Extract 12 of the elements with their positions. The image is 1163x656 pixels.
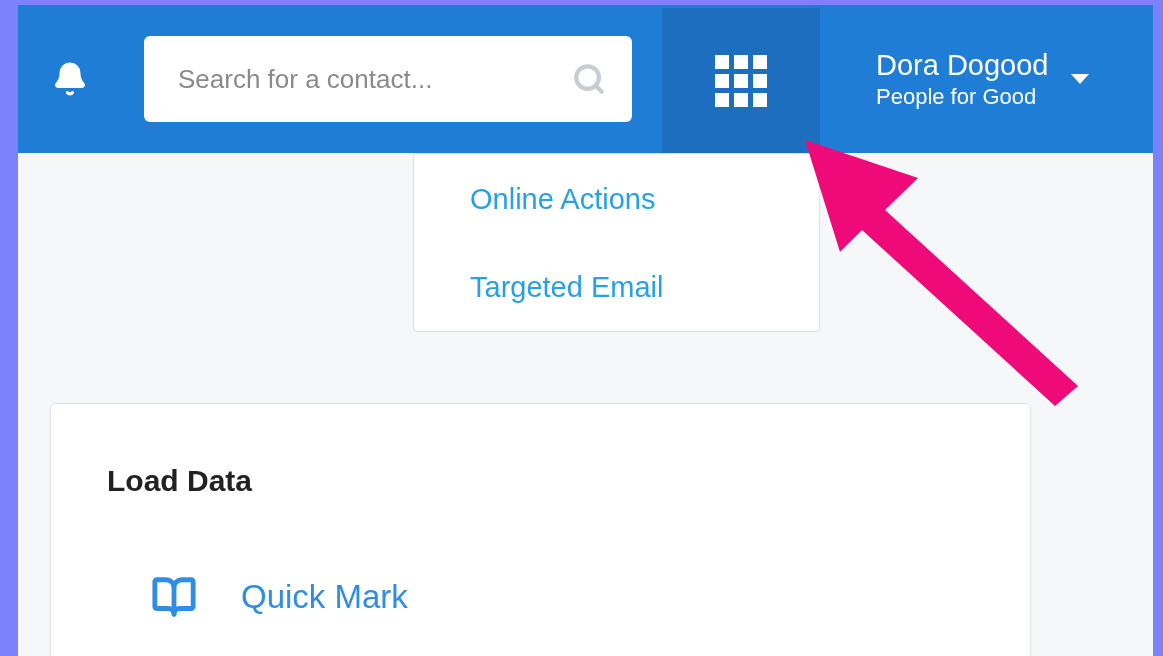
menu-item[interactable]: Online Actions bbox=[470, 180, 656, 218]
grid-icon bbox=[715, 54, 767, 107]
notification-bell-icon[interactable] bbox=[52, 61, 88, 97]
quick-mark-link[interactable]: Quick Mark bbox=[241, 572, 408, 622]
search-field[interactable]: Search for a contact... bbox=[144, 36, 632, 122]
apps-grid-button[interactable] bbox=[662, 8, 820, 153]
menu-item[interactable]: Targeted Email bbox=[470, 268, 664, 306]
card-title: Load Data bbox=[107, 463, 254, 499]
organization-name: People for Good bbox=[876, 83, 1038, 111]
user-name: Dora Dogood bbox=[876, 48, 1049, 83]
caret-icon[interactable] bbox=[1070, 74, 1089, 84]
search-icon bbox=[572, 62, 606, 96]
